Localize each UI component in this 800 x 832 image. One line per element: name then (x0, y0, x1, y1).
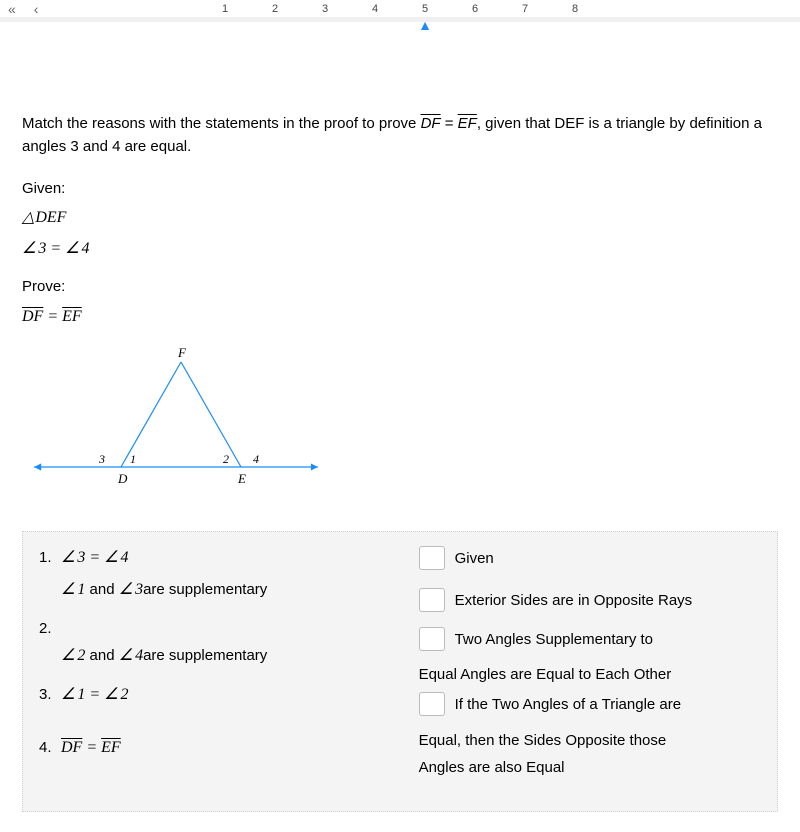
angle-3: 3 (98, 452, 105, 466)
angle-4: 4 (253, 452, 259, 466)
proof-table: 1. 3 = 4 1 and 3are supplementary 2. 2 a… (22, 531, 778, 813)
instruction-line2: angles 3 and 4 are equal. (22, 138, 191, 155)
nav-4[interactable]: 4 (371, 3, 379, 15)
triangle-figure: F D E 3 1 2 4 (26, 347, 778, 504)
nav-numbers: 1 2 3 4 5▲ 6 7 8 (0, 3, 800, 15)
vertex-F: F (177, 347, 187, 360)
question-nav: « ‹ 1 2 3 4 5▲ 6 7 8 (0, 0, 800, 22)
statements-column: 1. 3 = 4 1 and 3are supplementary 2. 2 a… (39, 546, 399, 790)
statement-2: 2. (39, 617, 399, 640)
reason-2: Exterior Sides are in Opposite Rays (419, 588, 761, 613)
nav-3[interactable]: 3 (321, 3, 329, 15)
statement-1: 1. 3 = 4 (39, 546, 399, 571)
nav-1[interactable]: 1 (221, 3, 229, 15)
statement-3: 3. 1 = 2 (39, 683, 399, 708)
given-triangle: DEF (22, 206, 778, 231)
instruction-line1: Match the reasons with the statements in… (22, 115, 762, 132)
prove-statement: DF = EF (22, 305, 778, 330)
statement-4: 4. DF = EF (39, 736, 399, 761)
reason-input-1[interactable] (419, 546, 445, 570)
nav-8[interactable]: 8 (571, 3, 579, 15)
reason-4b: Equal, then the Sides Opposite those (419, 729, 761, 752)
question-body: Match the reasons with the statements in… (0, 22, 800, 832)
prove-label: Prove: (22, 275, 778, 298)
nav-6[interactable]: 6 (471, 3, 479, 15)
reason-4c: Angles are also Equal (419, 756, 761, 779)
vertex-D: D (117, 471, 128, 486)
nav-2[interactable]: 2 (271, 3, 279, 15)
angle-2: 2 (223, 452, 229, 466)
reason-1: Given (419, 546, 761, 571)
reason-4: If the Two Angles of a Triangle are (419, 692, 761, 717)
reason-input-4[interactable] (419, 692, 445, 716)
given-angles: 3 = 4 (22, 237, 778, 262)
angle-1: 1 (130, 452, 136, 466)
nav-5[interactable]: 5▲ (421, 3, 429, 15)
instruction: Match the reasons with the statements in… (22, 112, 778, 159)
reason-3b: Equal Angles are Equal to Each Other (419, 663, 761, 686)
reasons-column: Given Exterior Sides are in Opposite Ray… (419, 546, 761, 790)
statement-2b: 2 and 4are supplementary (61, 644, 399, 669)
given-label: Given: (22, 177, 778, 200)
nav-7[interactable]: 7 (521, 3, 529, 15)
reason-3: Two Angles Supplementary to (419, 627, 761, 652)
statement-1b: 1 and 3are supplementary (61, 578, 399, 603)
current-marker-icon: ▲ (418, 17, 432, 33)
reason-input-2[interactable] (419, 588, 445, 612)
vertex-E: E (237, 471, 246, 486)
reason-input-3[interactable] (419, 627, 445, 651)
